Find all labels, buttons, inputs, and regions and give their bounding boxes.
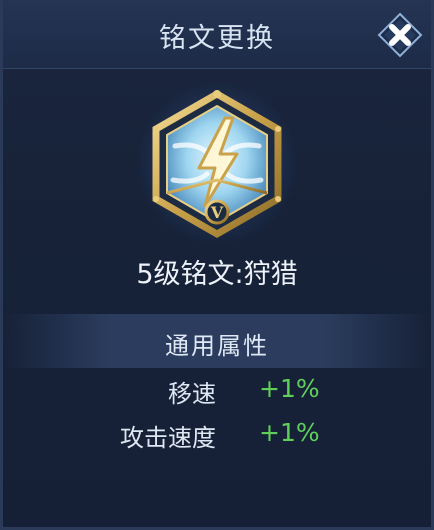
attribute-row: 移速 +1% bbox=[3, 374, 431, 408]
close-button[interactable] bbox=[377, 12, 423, 58]
rune-replace-dialog: 铭文更换 V 5级铭文:狩猎 通用属性 移速 +1% 攻击速度 +1% bbox=[0, 0, 434, 530]
attribute-row: 攻击速度 +1% bbox=[3, 418, 431, 452]
close-icon bbox=[377, 12, 423, 58]
rune-tier-mark: V bbox=[210, 203, 224, 222]
attribute-value: +1% bbox=[259, 374, 320, 403]
rune-name: 5级铭文:狩猎 bbox=[136, 259, 298, 290]
rune-emblem: V bbox=[137, 84, 297, 244]
attribute-label: 移速 bbox=[168, 380, 216, 408]
lightning-rune-icon: V bbox=[152, 89, 282, 239]
attribute-label: 攻击速度 bbox=[120, 424, 216, 452]
attributes-section-header: 通用属性 bbox=[3, 314, 431, 368]
dialog-title: 铭文更换 bbox=[159, 23, 275, 54]
dialog-header: 铭文更换 bbox=[3, 0, 431, 69]
attributes-section-title: 通用属性 bbox=[165, 332, 269, 360]
attribute-value: +1% bbox=[259, 418, 320, 447]
